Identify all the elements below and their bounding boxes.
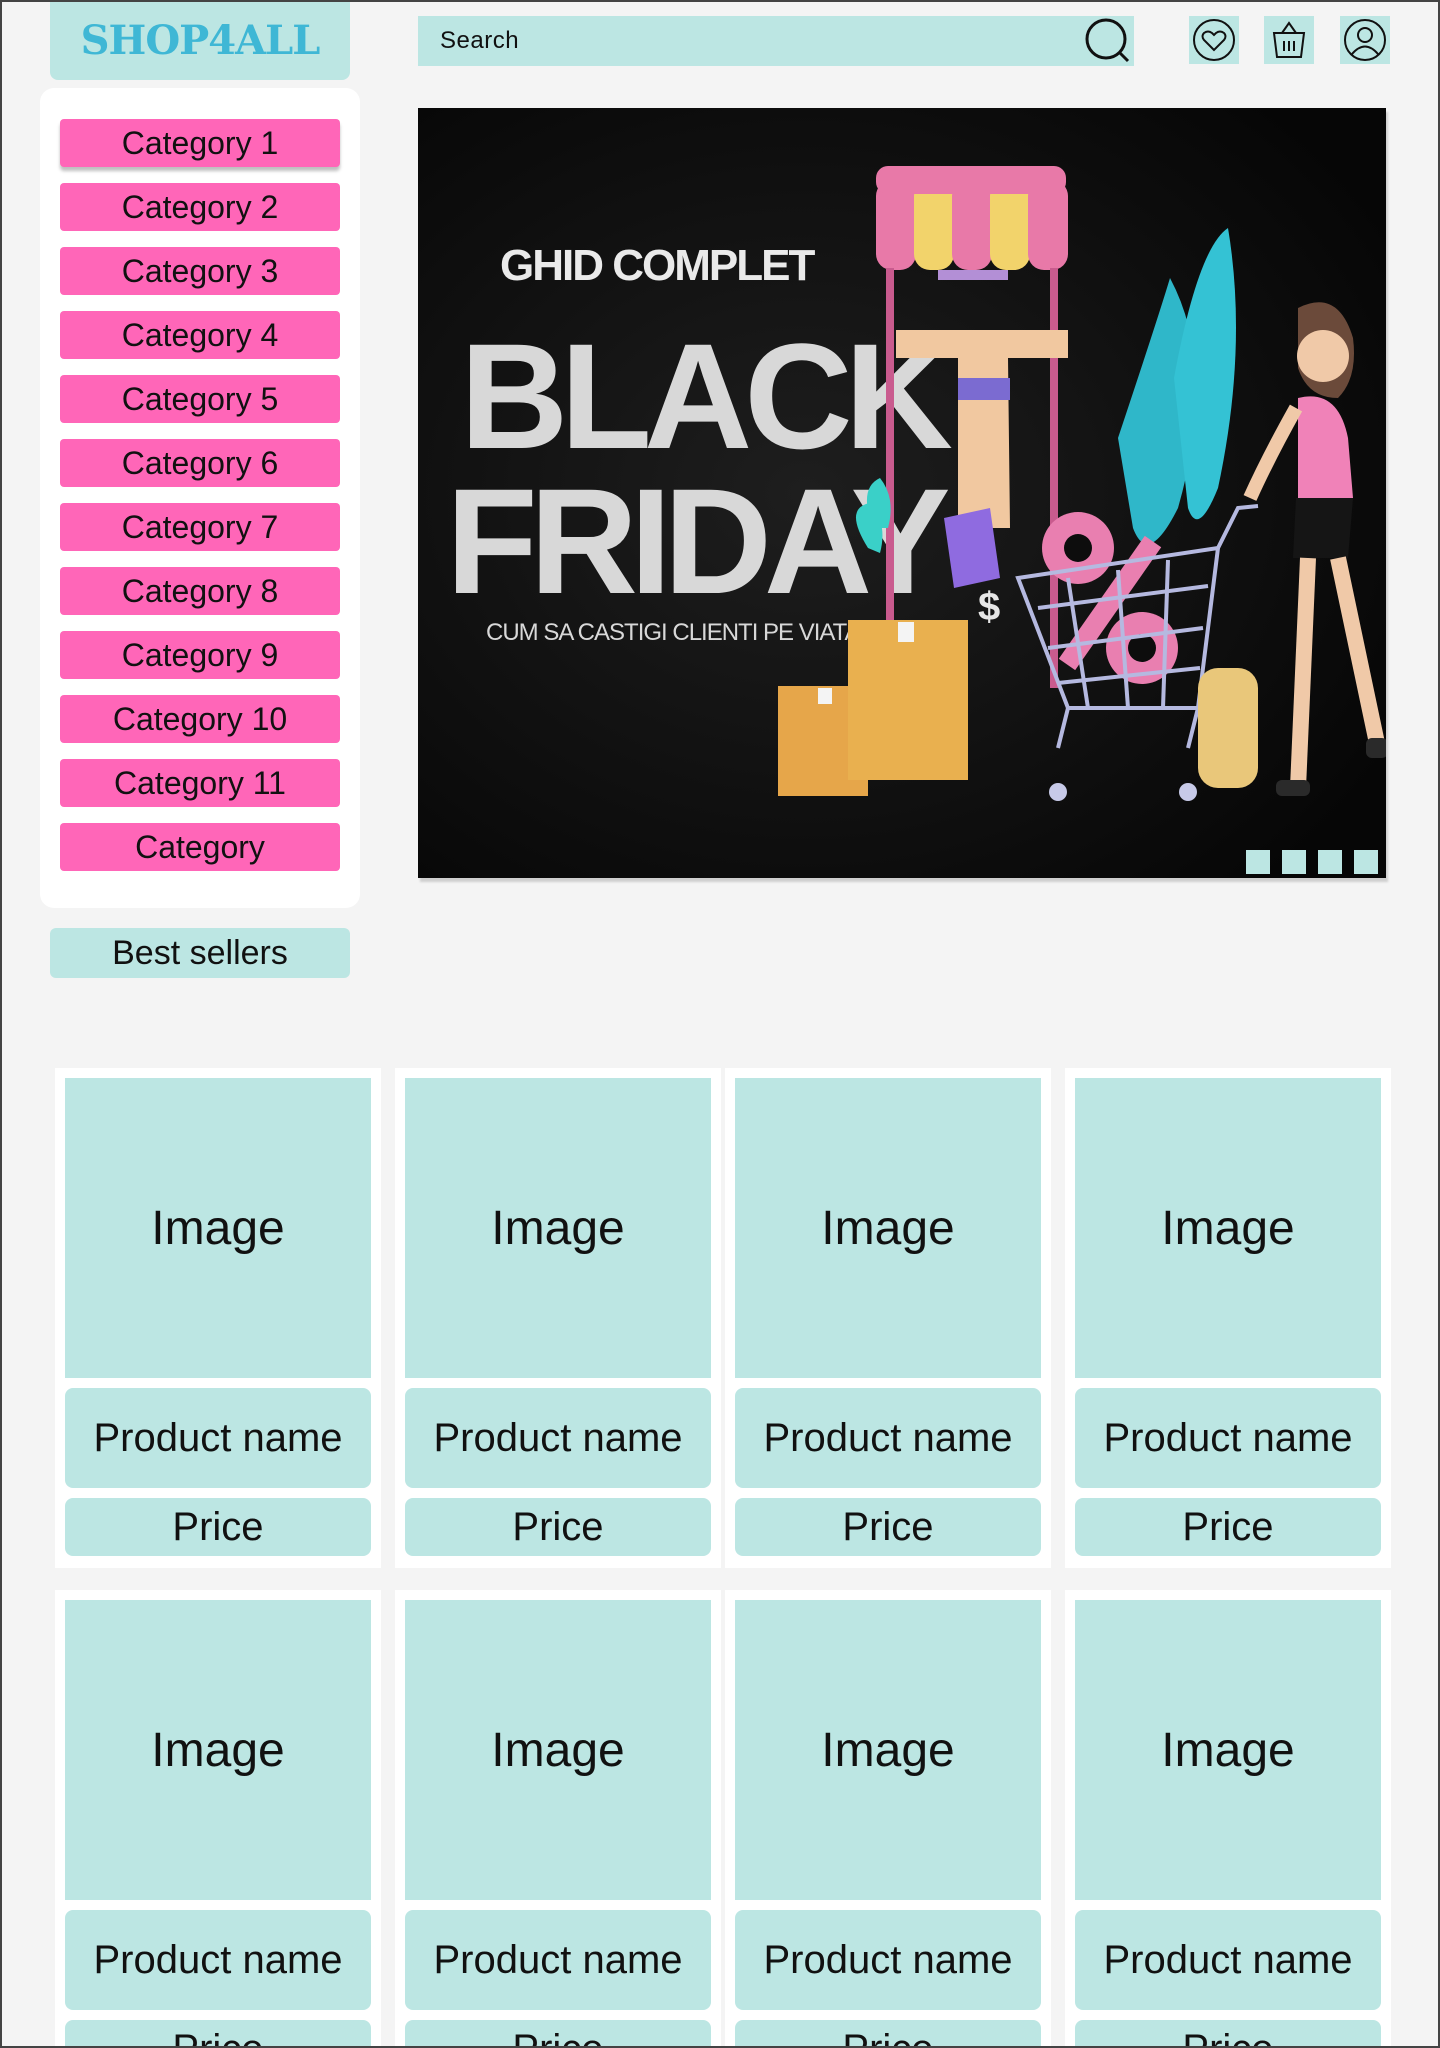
- product-card[interactable]: Image Product name Price: [55, 1590, 381, 2048]
- sidebar-item-category-2[interactable]: Category 2: [60, 183, 340, 231]
- product-name[interactable]: Product name: [65, 1388, 371, 1488]
- product-card[interactable]: Image Product name Price: [725, 1068, 1051, 1568]
- product-card[interactable]: Image Product name Price: [395, 1590, 721, 2048]
- carousel-dot-4[interactable]: [1354, 850, 1378, 874]
- product-price: Price: [735, 1498, 1041, 1556]
- banner-kicker: GHID COMPLET: [500, 241, 815, 290]
- product-image[interactable]: Image: [1075, 1600, 1381, 1900]
- product-name[interactable]: Product name: [735, 1910, 1041, 2010]
- sidebar-item-category-6[interactable]: Category 6: [60, 439, 340, 487]
- carousel-dot-3[interactable]: [1318, 850, 1342, 874]
- product-name[interactable]: Product name: [735, 1388, 1041, 1488]
- cart-button[interactable]: [1264, 16, 1314, 64]
- account-button[interactable]: [1340, 16, 1390, 64]
- sidebar-item-category-3[interactable]: Category 3: [60, 247, 340, 295]
- product-card[interactable]: Image Product name Price: [395, 1068, 721, 1568]
- banner-illustration: GHID COMPLET BLACK FRIDAY CUM SA CASTIGI…: [418, 108, 1386, 878]
- product-card[interactable]: Image Product name Price: [55, 1068, 381, 1568]
- user-icon: [1344, 19, 1386, 61]
- product-name[interactable]: Product name: [65, 1910, 371, 2010]
- product-image[interactable]: Image: [735, 1078, 1041, 1378]
- svg-text:$: $: [978, 585, 1000, 629]
- product-card[interactable]: Image Product name Price: [1065, 1068, 1391, 1568]
- product-name[interactable]: Product name: [1075, 1388, 1381, 1488]
- sidebar-item-category-1[interactable]: Category 1: [60, 119, 340, 167]
- product-image[interactable]: Image: [65, 1078, 371, 1378]
- sidebar-item-category-4[interactable]: Category 4: [60, 311, 340, 359]
- product-price: Price: [65, 1498, 371, 1556]
- product-name[interactable]: Product name: [405, 1388, 711, 1488]
- category-sidebar: Category 1 Category 2 Category 3 Categor…: [40, 88, 360, 908]
- basket-icon: [1272, 21, 1306, 58]
- sidebar-item-category-7[interactable]: Category 7: [60, 503, 340, 551]
- product-image[interactable]: Image: [1075, 1078, 1381, 1378]
- carousel-indicators: [1246, 850, 1378, 874]
- sidebar-item-category-11[interactable]: Category 11: [60, 759, 340, 807]
- product-price: Price: [405, 1498, 711, 1556]
- search-input[interactable]: Search: [440, 27, 519, 55]
- hero-banner[interactable]: GHID COMPLET BLACK FRIDAY CUM SA CASTIGI…: [418, 108, 1386, 878]
- wishlist-button[interactable]: [1189, 16, 1239, 64]
- product-card[interactable]: Image Product name Price: [1065, 1590, 1391, 2048]
- sidebar-item-category-8[interactable]: Category 8: [60, 567, 340, 615]
- carousel-dot-1[interactable]: [1246, 850, 1270, 874]
- product-card[interactable]: Image Product name Price: [725, 1590, 1051, 2048]
- banner-headline-1: BLACK: [460, 312, 952, 480]
- heart-icon: [1193, 19, 1235, 61]
- product-price: Price: [735, 2020, 1041, 2048]
- product-image[interactable]: Image: [65, 1600, 371, 1900]
- product-price: Price: [65, 2020, 371, 2048]
- search-icon[interactable]: [1078, 16, 1134, 66]
- product-price: Price: [405, 2020, 711, 2048]
- product-price: Price: [1075, 1498, 1381, 1556]
- sidebar-item-category-10[interactable]: Category 10: [60, 695, 340, 743]
- sidebar-item-category-9[interactable]: Category 9: [60, 631, 340, 679]
- product-price: Price: [1075, 2020, 1381, 2048]
- carousel-dot-2[interactable]: [1282, 850, 1306, 874]
- sidebar-item-category-5[interactable]: Category 5: [60, 375, 340, 423]
- logo[interactable]: SHOP4ALL: [50, 0, 350, 80]
- product-image[interactable]: Image: [405, 1078, 711, 1378]
- product-image[interactable]: Image: [405, 1600, 711, 1900]
- best-sellers-button[interactable]: Best sellers: [50, 928, 350, 978]
- banner-tagline: CUM SA CASTIGI CLIENTI PE VIATA: [486, 619, 861, 646]
- product-name[interactable]: Product name: [405, 1910, 711, 2010]
- sidebar-item-category-12[interactable]: Category: [60, 823, 340, 871]
- product-name[interactable]: Product name: [1075, 1910, 1381, 2010]
- logo-text: SHOP4ALL: [80, 16, 321, 64]
- search-bar[interactable]: Search: [418, 16, 1134, 66]
- product-image[interactable]: Image: [735, 1600, 1041, 1900]
